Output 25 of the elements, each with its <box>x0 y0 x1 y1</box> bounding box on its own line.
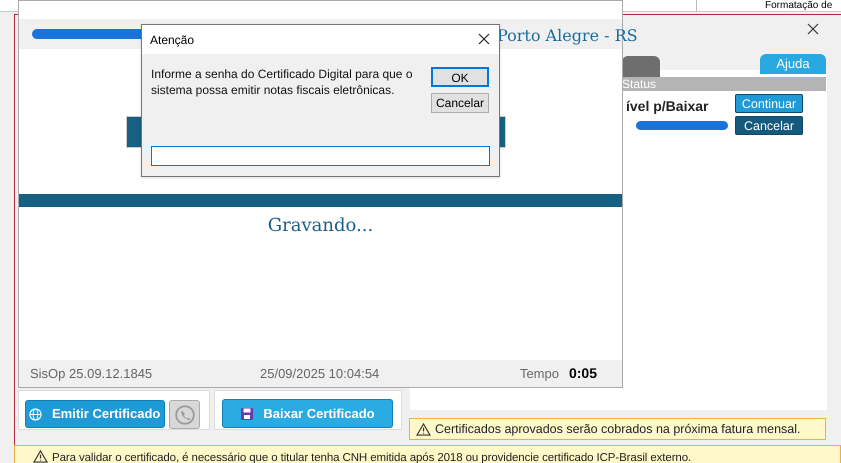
ok-button[interactable]: OK <box>431 67 489 87</box>
phone-chat-icon <box>174 404 196 426</box>
cancel-button[interactable]: Cancelar <box>735 116 803 135</box>
continue-button[interactable]: Continuar <box>735 94 803 113</box>
column-header: Formatação de <box>765 0 832 11</box>
emit-certificate-button[interactable]: Emitir Certificado <box>25 400 165 428</box>
status-text: ível p/Baixar <box>626 97 708 116</box>
notice-text: Certificados aprovados serão cobrados na próxima fatura mensal. <box>435 420 800 438</box>
time-value: 0:05 <box>568 364 597 383</box>
close-icon[interactable] <box>476 31 492 47</box>
tab[interactable] <box>622 56 660 78</box>
warning-icon <box>33 450 48 463</box>
status-header: Status <box>620 77 826 91</box>
help-tab[interactable]: Ajuda <box>760 54 826 74</box>
warning-icon <box>416 422 431 436</box>
dialog-message: Informe a senha do Certificado Digital para que o sistema possa emitir notas fiscais eletrônicas. <box>151 66 414 98</box>
globe-icon <box>29 408 42 420</box>
status-text: Gravando... <box>268 214 374 238</box>
time-label: Tempo <box>520 364 559 383</box>
password-field[interactable] <box>151 146 490 166</box>
download-certificate-button[interactable]: Baixar Certificado <box>222 399 393 428</box>
dialog-title: Atenção <box>150 32 194 48</box>
datetime-text: 25/09/2025 10:04:54 <box>260 364 380 383</box>
cancel-button[interactable]: Cancelar <box>431 93 489 113</box>
version-text: SisOp 25.09.12.1845 <box>30 364 154 383</box>
